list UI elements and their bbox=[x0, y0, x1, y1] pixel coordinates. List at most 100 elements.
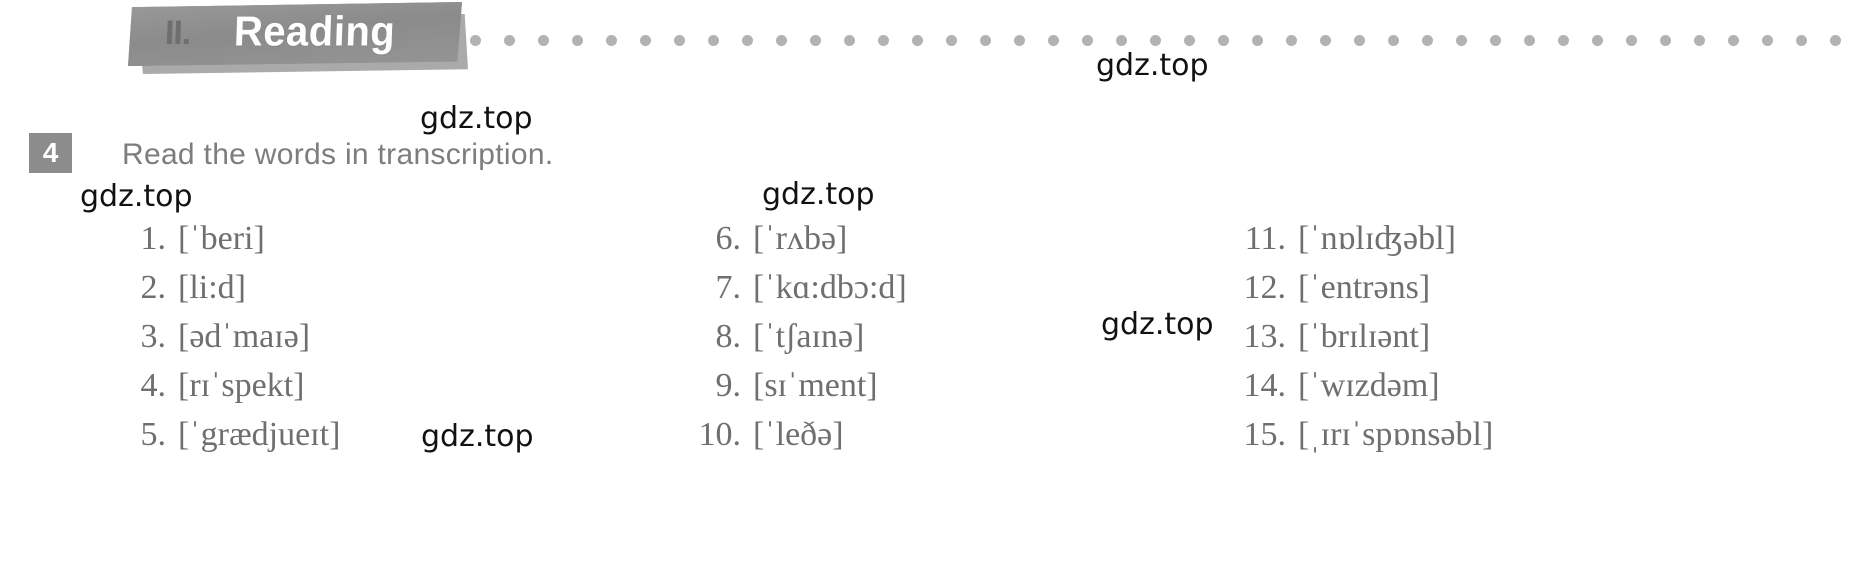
rule-dot bbox=[1388, 34, 1399, 46]
transcription-item-ipa: [ˈberi] bbox=[178, 220, 265, 257]
rule-dot bbox=[504, 34, 515, 46]
transcription-item-number: 5. bbox=[140, 416, 167, 453]
rule-dot bbox=[1524, 34, 1535, 46]
transcription-item-number: 1. bbox=[140, 220, 167, 257]
section-banner: II. Reading bbox=[128, 2, 468, 74]
rule-dot bbox=[674, 34, 685, 46]
rule-dot bbox=[1626, 34, 1637, 46]
rule-dot bbox=[1830, 34, 1841, 46]
transcription-item-number: 8. bbox=[715, 318, 742, 355]
transcription-item-number: 6. bbox=[715, 220, 742, 257]
transcription-item-ipa: [ˈkɑ:dbɔ:d] bbox=[753, 269, 907, 306]
transcription-item-ipa: [ˈleðə] bbox=[753, 416, 844, 453]
rule-dot bbox=[1490, 34, 1501, 46]
rule-dot bbox=[1286, 34, 1297, 46]
transcription-item: 6. [ˈrʌbə] bbox=[693, 214, 907, 263]
transcription-item-number: 13. bbox=[1243, 318, 1287, 355]
transcription-item-number: 11. bbox=[1244, 220, 1286, 257]
watermark: gdz.top bbox=[420, 101, 533, 136]
transcription-item-ipa: [ədˈmaɪə] bbox=[178, 318, 311, 355]
transcription-item: 1. [ˈberi] bbox=[118, 214, 340, 263]
transcription-item: 5. [ˈgrædjueɪt] bbox=[118, 410, 341, 459]
watermark: gdz.top bbox=[762, 177, 875, 212]
watermark: gdz.top bbox=[1096, 48, 1209, 83]
rule-dot bbox=[1558, 34, 1569, 46]
transcription-column-2: 6. [ˈrʌbə] 7. [ˈkɑ:dbɔ:d] 8. [ˈtʃaɪnə] 9. [sɪˈm… bbox=[693, 214, 907, 459]
watermark: gdz.top bbox=[80, 179, 193, 214]
rule-dot bbox=[1422, 34, 1433, 46]
transcription-item-ipa: [ˈwɪzdəm] bbox=[1298, 367, 1440, 404]
rule-dot bbox=[810, 34, 821, 46]
transcription-item-number: 14. bbox=[1243, 367, 1287, 404]
transcription-item-ipa: [sɪˈment] bbox=[753, 367, 878, 404]
transcription-item-number: 3. bbox=[140, 318, 167, 355]
rule-dot bbox=[1082, 34, 1093, 46]
transcription-item-ipa: [li:d] bbox=[178, 269, 246, 306]
rule-dot bbox=[606, 34, 617, 46]
dotted-rule bbox=[470, 33, 1866, 47]
rule-dot bbox=[1796, 34, 1807, 46]
rule-dot bbox=[1592, 34, 1603, 46]
rule-dot bbox=[572, 34, 583, 46]
rule-dot bbox=[1014, 34, 1025, 46]
transcription-item: 4. [rɪˈspekt] bbox=[118, 361, 340, 410]
transcription-item: 14. [ˈwɪzdəm] bbox=[1238, 361, 1493, 410]
rule-dot bbox=[1048, 34, 1059, 46]
rule-dot bbox=[1456, 34, 1467, 46]
transcription-item: 9. [sɪˈment] bbox=[693, 361, 907, 410]
watermark: gdz.top bbox=[1101, 307, 1214, 342]
rule-dot bbox=[878, 34, 889, 46]
rule-dot bbox=[912, 34, 923, 46]
rule-dot bbox=[1694, 34, 1705, 46]
rule-dot bbox=[1660, 34, 1671, 46]
transcription-item-number: 2. bbox=[140, 269, 167, 306]
transcription-column-3: 11. [ˈnɒlɪʤəbl] 12. [ˈentrəns] 13. [ˈbrɪlɪənt… bbox=[1238, 214, 1494, 459]
rule-dot bbox=[742, 34, 753, 46]
transcription-item-ipa: [ˈentrəns] bbox=[1298, 269, 1431, 306]
rule-dot bbox=[640, 34, 651, 46]
rule-dot bbox=[1184, 34, 1195, 46]
rule-dot bbox=[1252, 34, 1263, 46]
rule-dot bbox=[470, 34, 481, 46]
rule-dot bbox=[1150, 34, 1161, 46]
rule-dot bbox=[946, 34, 957, 46]
transcription-item-ipa: [ˈrʌbə] bbox=[753, 220, 848, 257]
transcription-item-ipa: [ˌɪrɪˈspɒnsəbl] bbox=[1298, 416, 1494, 453]
transcription-item: 3. [ədˈmaɪə] bbox=[118, 312, 340, 361]
transcription-item: 10. [ˈleðə] bbox=[693, 410, 907, 459]
transcription-item: 7. [ˈkɑ:dbɔ:d] bbox=[693, 263, 907, 312]
rule-dot bbox=[1762, 34, 1773, 46]
transcription-item-number: 7. bbox=[715, 269, 742, 306]
transcription-item-number: 9. bbox=[715, 367, 742, 404]
transcription-item: 12. [ˈentrəns] bbox=[1238, 263, 1493, 312]
rule-dot bbox=[1728, 34, 1739, 46]
rule-dot bbox=[844, 34, 855, 46]
transcription-item-number: 10. bbox=[698, 416, 742, 453]
section-title: Reading bbox=[233, 8, 397, 56]
transcription-item-number: 15. bbox=[1243, 416, 1287, 453]
rule-dot bbox=[1218, 34, 1229, 46]
transcription-item-ipa: [ˈbrɪlɪənt] bbox=[1298, 318, 1431, 355]
rule-dot bbox=[980, 34, 991, 46]
transcription-item-number: 12. bbox=[1243, 269, 1287, 306]
rule-dot bbox=[776, 34, 787, 46]
transcription-item: 11. [ˈnɒlɪʤəbl] bbox=[1238, 214, 1493, 263]
transcription-item: 2. [li:d] bbox=[118, 263, 340, 312]
transcription-item-ipa: [ˈtʃaɪnə] bbox=[753, 318, 865, 355]
transcription-item-ipa: [rɪˈspekt] bbox=[178, 367, 305, 404]
transcription-item-ipa: [ˈnɒlɪʤəbl] bbox=[1298, 220, 1456, 257]
transcription-item: 8. [ˈtʃaɪnə] bbox=[693, 312, 907, 361]
task-number-badge: 4 bbox=[29, 133, 72, 173]
rule-dot bbox=[1354, 34, 1365, 46]
transcription-item-number: 4. bbox=[140, 367, 167, 404]
banner-roman-numeral: II. bbox=[164, 14, 192, 52]
transcription-item-ipa: [ˈgrædjueɪt] bbox=[178, 416, 341, 453]
rule-dot bbox=[1116, 34, 1127, 46]
transcription-column-1: 1. [ˈberi] 2. [li:d] 3. [ədˈmaɪə] 4. [rɪˈspekt]… bbox=[118, 214, 341, 459]
transcription-item: 15. [ˌɪrɪˈspɒnsəbl] bbox=[1238, 410, 1494, 459]
watermark: gdz.top bbox=[421, 419, 534, 454]
rule-dot bbox=[1320, 34, 1331, 46]
transcription-item: 13. [ˈbrɪlɪənt] bbox=[1238, 312, 1493, 361]
rule-dot bbox=[538, 34, 549, 46]
rule-dot bbox=[708, 34, 719, 46]
